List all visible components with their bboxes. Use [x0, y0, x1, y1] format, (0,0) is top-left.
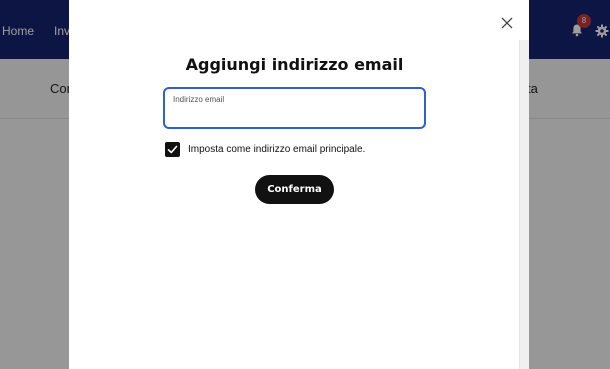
checkmark-icon	[167, 145, 178, 154]
email-input[interactable]	[171, 107, 416, 125]
add-email-modal: Aggiungi indirizzo email Indirizzo email…	[69, 0, 529, 369]
email-field[interactable]: Indirizzo email	[163, 87, 426, 129]
modal-scrollbar[interactable]	[519, 40, 529, 369]
close-icon[interactable]	[500, 15, 514, 29]
primary-email-checkbox[interactable]	[165, 142, 180, 157]
page: Home Inv 8 Cor ta Aggiungi indirizzo ema…	[0, 0, 610, 369]
primary-email-checkbox-label[interactable]: Imposta come indirizzo email principale.	[188, 144, 365, 155]
modal-title: Aggiungi indirizzo email	[185, 55, 404, 74]
email-field-label: Indirizzo email	[173, 95, 225, 104]
confirm-button[interactable]: Conferma	[255, 175, 334, 204]
